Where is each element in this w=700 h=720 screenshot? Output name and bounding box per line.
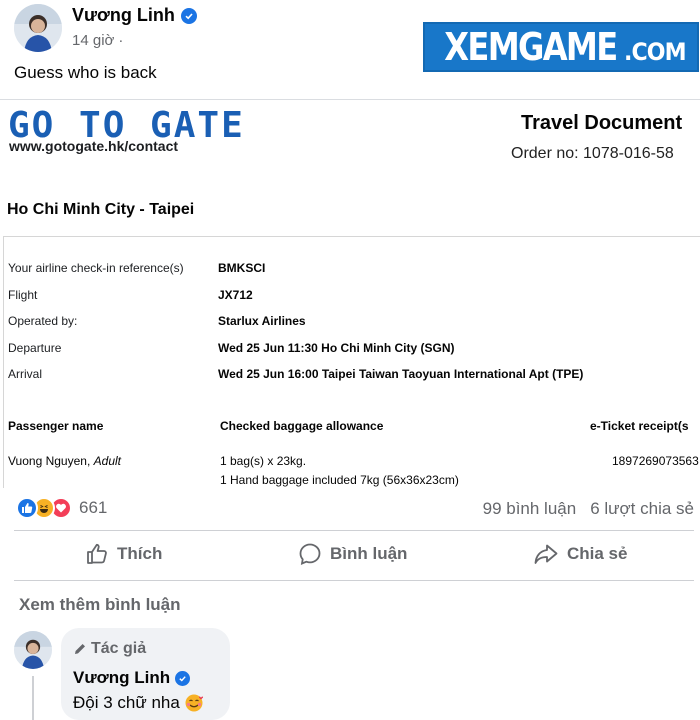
divider xyxy=(14,530,694,531)
post-meta: 14 giờ · xyxy=(72,32,123,49)
passenger-name: Vuong Nguyen, Adult xyxy=(8,454,121,468)
commenter-avatar[interactable] xyxy=(14,631,52,669)
view-more-comments-link[interactable]: Xem thêm bình luận xyxy=(19,595,181,615)
like-button[interactable]: Thích xyxy=(85,542,162,566)
comment-label: Bình luận xyxy=(330,544,408,563)
verified-badge-icon xyxy=(175,670,191,686)
thumbs-up-icon xyxy=(87,543,107,564)
detail-label: Operated by: xyxy=(8,314,78,328)
ticket-number: 1897269073563 xyxy=(612,454,699,468)
detail-label: Your airline check-in reference(s) xyxy=(8,261,184,275)
baggage-line: 1 bag(s) x 23kg. xyxy=(220,454,307,468)
detail-value: Wed 25 Jun 11:30 Ho Chi Minh City (SGN) xyxy=(218,341,455,355)
detail-value: Starlux Airlines xyxy=(218,314,306,328)
author-tag-label: Tác giả xyxy=(91,640,147,657)
comment-button[interactable]: Bình luận xyxy=(298,542,407,566)
smiling-face-with-hearts-icon xyxy=(185,694,203,712)
share-arrow-icon xyxy=(534,544,558,564)
document-title: Travel Document xyxy=(521,112,683,134)
reaction-summary[interactable]: 661 xyxy=(16,497,107,519)
table-header-baggage: Checked baggage allowance xyxy=(220,419,384,433)
post-author-name[interactable]: Vương Linh xyxy=(72,5,175,26)
share-button[interactable]: Chia sẻ xyxy=(533,542,627,566)
route-heading: Ho Chi Minh City - Taipei xyxy=(7,201,195,218)
like-label: Thích xyxy=(117,544,163,563)
share-label: Chia sẻ xyxy=(567,544,628,563)
detail-label: Departure xyxy=(8,341,62,355)
watermark-logo: XEMGAME .COM xyxy=(423,22,699,72)
baggage-line: 1 Hand baggage included 7kg (56x36x23cm) xyxy=(220,473,459,487)
travel-document-image[interactable]: GO TO GATE www.gotogate.hk/contact Trave… xyxy=(0,99,700,488)
comment-author[interactable]: Vương Linh xyxy=(73,668,191,688)
divider xyxy=(14,580,694,581)
detail-value: JX712 xyxy=(218,288,253,302)
detail-label: Flight xyxy=(8,288,38,302)
pencil-icon xyxy=(75,644,85,654)
gotogate-url: www.gotogate.hk/contact xyxy=(9,138,179,154)
author-avatar[interactable] xyxy=(14,4,62,52)
engagement-stats: 99 bình luận 6 lượt chia sẻ xyxy=(483,499,694,519)
order-number: Order no: 1078-016-58 xyxy=(511,145,674,162)
share-count-link[interactable]: 6 lượt chia sẻ xyxy=(590,499,694,519)
reaction-count[interactable]: 661 xyxy=(79,498,107,518)
detail-value: BMKSCI xyxy=(218,261,266,275)
detail-label: Arrival xyxy=(8,367,43,381)
like-icon xyxy=(16,497,38,519)
table-header-ticket: e-Ticket receipt(s xyxy=(590,419,689,433)
comment-count-link[interactable]: 99 bình luận xyxy=(483,499,577,519)
post-author[interactable]: Vương Linh xyxy=(72,5,197,26)
comment-author-name[interactable]: Vương Linh xyxy=(73,668,170,688)
author-tag: Tác giả xyxy=(73,640,146,658)
post-text: Guess who is back xyxy=(14,63,157,82)
meta-separator: · xyxy=(118,32,124,49)
detail-value: Wed 25 Jun 16:00 Taipei Taiwan Taoyuan I… xyxy=(218,367,584,381)
table-header-passenger: Passenger name xyxy=(8,419,104,433)
comment-text: Đội 3 chữ nha xyxy=(73,693,204,713)
thread-line xyxy=(32,676,34,720)
comment-bubble-icon xyxy=(299,543,321,565)
verified-badge-icon xyxy=(180,7,197,24)
comment-bubble: Tác giả Vương Linh Đội 3 chữ nha xyxy=(61,628,230,720)
post-time[interactable]: 14 giờ xyxy=(72,32,114,49)
